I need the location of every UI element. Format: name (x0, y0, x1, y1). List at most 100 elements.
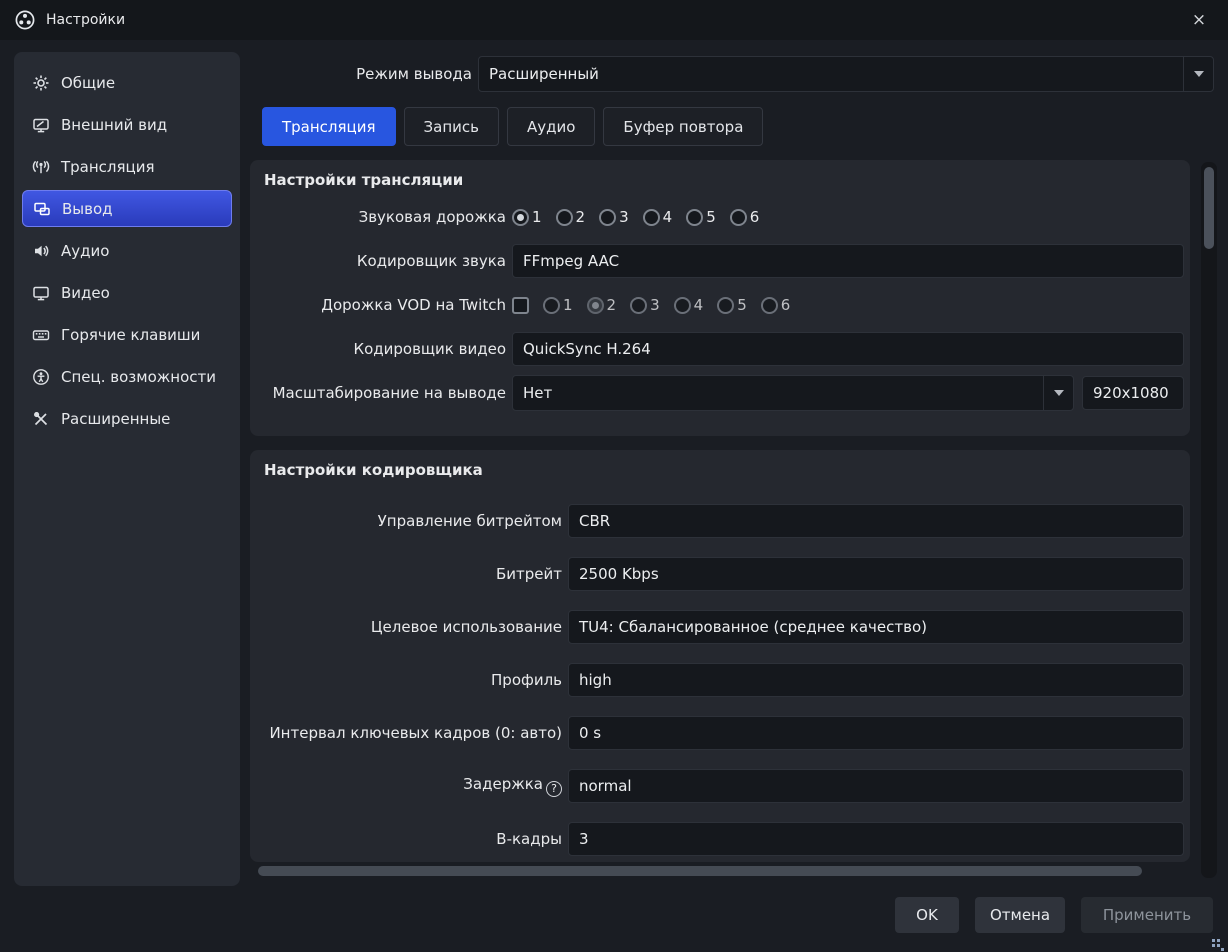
chevron-down-icon[interactable] (1183, 57, 1213, 91)
vertical-scrollbar-track[interactable] (1201, 162, 1217, 878)
sidebar-item-label: Трансляция (61, 157, 155, 176)
latency-row: Задержка? normal (250, 768, 1190, 804)
output-tabs: Трансляция Запись Аудио Буфер повтора (262, 107, 764, 146)
sidebar-item-audio[interactable]: Аудио (22, 232, 232, 269)
sidebar-item-label: Видео (61, 283, 110, 302)
video-encoder-label: Кодировщик видео (353, 340, 506, 358)
bframes-label: В-кадры (496, 830, 562, 848)
apply-button[interactable]: Применить (1081, 897, 1213, 933)
sidebar-item-general[interactable]: Общие (22, 64, 232, 101)
video-encoder-select[interactable]: QuickSync H.264 (512, 332, 1184, 366)
audio-track-row: Звуковая дорожка 1 2 3 4 5 6 (250, 199, 1190, 235)
tab-streaming[interactable]: Трансляция (262, 107, 396, 146)
sidebar-item-label: Расширенные (61, 409, 171, 428)
cancel-button[interactable]: Отмена (975, 897, 1065, 933)
audio-track-radio-4[interactable]: 4 (642, 208, 672, 226)
sidebar-item-advanced[interactable]: Расширенные (22, 400, 232, 437)
twitch-vod-checkbox[interactable] (512, 296, 529, 314)
sidebar-item-appearance[interactable]: Внешний вид (22, 106, 232, 143)
sidebar-item-video[interactable]: Видео (22, 274, 232, 311)
rescale-output-row: Масштабирование на выводе Нет 920x1080 (250, 375, 1190, 411)
chevron-down-icon[interactable] (1043, 376, 1073, 410)
bitrate-row: Битрейт 2500 Kbps (250, 556, 1190, 592)
video-encoder-row: Кодировщик видео QuickSync H.264 (250, 331, 1190, 367)
vod-track-radio-group: 1 2 3 4 5 6 (543, 296, 790, 314)
vod-track-radio-3[interactable]: 3 (630, 296, 660, 314)
bitrate-input[interactable]: 2500 Kbps (568, 557, 1184, 591)
horizontal-scrollbar-thumb[interactable] (258, 866, 1142, 876)
output-icon (33, 200, 51, 218)
audio-track-radio-group: 1 2 3 4 5 6 (512, 208, 759, 226)
target-usage-label: Целевое использование (370, 618, 562, 636)
encoder-settings-panel: Настройки кодировщика Управление битрейт… (250, 450, 1190, 862)
sidebar-item-label: Аудио (61, 241, 110, 260)
sidebar-item-label: Вывод (62, 199, 113, 218)
rate-control-label: Управление битрейтом (377, 512, 562, 530)
sidebar-item-label: Спец. возможности (61, 367, 216, 386)
obs-logo-icon (14, 9, 36, 31)
latency-select[interactable]: normal (568, 769, 1184, 803)
output-mode-select[interactable]: Расширенный (478, 56, 1214, 92)
vertical-scrollbar-thumb[interactable] (1204, 167, 1214, 249)
tab-recording[interactable]: Запись (403, 107, 499, 146)
encoder-settings-title: Настройки кодировщика (264, 461, 483, 479)
bframes-row: В-кадры 3 (250, 821, 1190, 857)
title-bar: Настройки × (0, 0, 1228, 40)
sidebar-item-label: Внешний вид (61, 115, 168, 134)
accessibility-icon (32, 368, 50, 386)
bframes-input[interactable]: 3 (568, 822, 1184, 856)
keyframe-interval-input[interactable]: 0 s (568, 716, 1184, 750)
output-mode-label: Режим вывода (356, 65, 472, 83)
vod-track-radio-2[interactable]: 2 (586, 296, 616, 314)
latency-help-icon[interactable]: ? (546, 780, 562, 797)
audio-track-radio-2[interactable]: 2 (555, 208, 585, 226)
appearance-icon (32, 116, 50, 134)
vod-track-radio-4[interactable]: 4 (673, 296, 703, 314)
twitch-vod-row: Дорожка VOD на Twitch 1 2 3 4 5 6 (250, 287, 1190, 323)
sidebar-item-stream[interactable]: Трансляция (22, 148, 232, 185)
stream-settings-title: Настройки трансляции (264, 171, 464, 189)
close-icon[interactable]: × (1184, 5, 1214, 35)
broadcast-icon (32, 158, 50, 176)
profile-label: Профиль (491, 671, 562, 689)
monitor-icon (32, 284, 50, 302)
tools-icon (32, 410, 50, 428)
sidebar-item-output[interactable]: Вывод (22, 190, 232, 227)
settings-sidebar: Общие Внешний вид Трансляция Вывод Аудио… (14, 52, 240, 886)
vod-track-radio-1[interactable]: 1 (543, 296, 573, 314)
audio-encoder-row: Кодировщик звука FFmpeg AAC (250, 243, 1190, 279)
target-usage-select[interactable]: TU4: Сбалансированное (среднее качество) (568, 610, 1184, 644)
twitch-vod-label: Дорожка VOD на Twitch (321, 296, 506, 314)
ok-button[interactable]: OK (895, 897, 959, 933)
sidebar-item-label: Горячие клавиши (61, 325, 201, 344)
profile-row: Профиль high (250, 662, 1190, 698)
audio-track-radio-3[interactable]: 3 (599, 208, 629, 226)
speaker-icon (32, 242, 50, 260)
resize-grip[interactable] (1212, 937, 1224, 951)
bitrate-label: Битрейт (495, 565, 562, 583)
rate-control-select[interactable]: CBR (568, 504, 1184, 538)
audio-track-radio-1[interactable]: 1 (512, 208, 542, 226)
sidebar-item-hotkeys[interactable]: Горячие клавиши (22, 316, 232, 353)
tab-audio[interactable]: Аудио (506, 107, 596, 146)
stream-settings-panel: Настройки трансляции Звуковая дорожка 1 … (250, 160, 1190, 436)
vod-track-radio-6[interactable]: 6 (760, 296, 790, 314)
sidebar-item-accessibility[interactable]: Спец. возможности (22, 358, 232, 395)
output-mode-value: Расширенный (489, 65, 599, 83)
profile-select[interactable]: high (568, 663, 1184, 697)
audio-track-radio-6[interactable]: 6 (729, 208, 759, 226)
audio-encoder-select[interactable]: FFmpeg AAC (512, 244, 1184, 278)
rate-control-row: Управление битрейтом CBR (250, 503, 1190, 539)
settings-window: Настройки × Общие Внешний вид Трансляция… (0, 0, 1228, 952)
audio-track-radio-5[interactable]: 5 (686, 208, 716, 226)
rescale-output-select[interactable]: Нет (512, 375, 1074, 411)
window-title: Настройки (46, 12, 126, 28)
keyframe-interval-label: Интервал ключевых кадров (0: авто) (269, 724, 562, 742)
audio-encoder-label: Кодировщик звука (356, 252, 506, 270)
tab-replay-buffer[interactable]: Буфер повтора (603, 107, 764, 146)
rescale-resolution-select[interactable]: 920x1080 (1082, 376, 1184, 410)
keyframe-interval-row: Интервал ключевых кадров (0: авто) 0 s (250, 715, 1190, 751)
vod-track-radio-5[interactable]: 5 (717, 296, 747, 314)
latency-label: Задержка? (250, 775, 568, 797)
output-mode-row: Режим вывода Расширенный (250, 56, 1214, 92)
